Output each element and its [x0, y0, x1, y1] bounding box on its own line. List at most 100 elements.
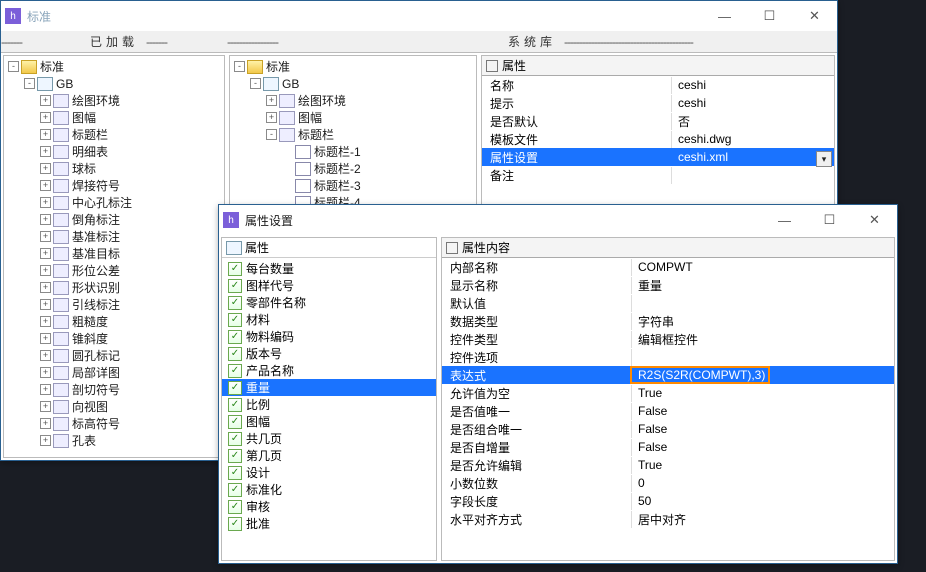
tree-item[interactable]: -GB	[234, 75, 472, 92]
expand-toggle[interactable]: +	[40, 112, 51, 123]
attr-item[interactable]: ✓审核	[222, 498, 436, 515]
property-row[interactable]: 名称ceshi	[482, 76, 834, 94]
prop-value[interactable]: 居中对齐	[632, 511, 894, 528]
maximize-button[interactable]: ☐	[807, 205, 852, 235]
collapse-icon[interactable]	[486, 60, 498, 72]
property-row[interactable]: 水平对齐方式居中对齐	[442, 510, 894, 528]
property-row[interactable]: 表达式R2S(S2R(COMPWT),3)	[442, 366, 894, 384]
property-row[interactable]: 提示ceshi	[482, 94, 834, 112]
expand-toggle[interactable]: -	[8, 61, 19, 72]
prop-value[interactable]: R2S(S2R(COMPWT),3)	[632, 368, 894, 382]
tree-item[interactable]: +绘图环境	[234, 92, 472, 109]
property-row[interactable]: 控件类型编辑框控件	[442, 330, 894, 348]
property-row[interactable]: 是否组合唯一False	[442, 420, 894, 438]
property-row[interactable]: 是否值唯一False	[442, 402, 894, 420]
property-row[interactable]: 默认值	[442, 294, 894, 312]
attr-item[interactable]: ✓图样代号	[222, 277, 436, 294]
attr-item[interactable]: ✓标准化	[222, 481, 436, 498]
property-row[interactable]: 是否允许编辑True	[442, 456, 894, 474]
expand-toggle[interactable]: +	[40, 180, 51, 191]
tree-item[interactable]: +粗糙度	[8, 313, 220, 330]
property-row[interactable]: 小数位数0	[442, 474, 894, 492]
tree-item[interactable]: -标准	[234, 58, 472, 75]
property-row[interactable]: 属性设置ceshi.xml▾	[482, 148, 834, 166]
property-row[interactable]: 是否自增量False	[442, 438, 894, 456]
tree-item[interactable]: -标题栏	[234, 126, 472, 143]
tree-item[interactable]: +形状识别	[8, 279, 220, 296]
tree-item[interactable]: +向视图	[8, 398, 220, 415]
expand-toggle[interactable]: +	[40, 265, 51, 276]
property-row[interactable]: 控件选项	[442, 348, 894, 366]
prop-value[interactable]: 50	[632, 494, 894, 508]
prop-value[interactable]: True	[632, 386, 894, 400]
prop-value[interactable]: True	[632, 458, 894, 472]
expand-toggle[interactable]: -	[24, 78, 35, 89]
property-row[interactable]: 字段长度50	[442, 492, 894, 510]
tree-item[interactable]: +基准标注	[8, 228, 220, 245]
tree-item[interactable]: +剖切符号	[8, 381, 220, 398]
attr-item[interactable]: ✓比例	[222, 396, 436, 413]
expand-toggle[interactable]: +	[40, 146, 51, 157]
expand-toggle[interactable]: +	[40, 367, 51, 378]
attr-item[interactable]: ✓材料	[222, 311, 436, 328]
expand-toggle[interactable]: +	[40, 95, 51, 106]
expand-toggle[interactable]: +	[266, 112, 277, 123]
attr-item[interactable]: ✓第几页	[222, 447, 436, 464]
prop-value[interactable]: 编辑框控件	[632, 331, 894, 348]
tree-item[interactable]: +绘图环境	[8, 92, 220, 109]
tree-item[interactable]: +球标	[8, 160, 220, 177]
property-row[interactable]: 模板文件ceshi.dwg	[482, 130, 834, 148]
expand-toggle[interactable]: +	[40, 401, 51, 412]
attr-item[interactable]: ✓产品名称	[222, 362, 436, 379]
expand-toggle[interactable]: +	[40, 231, 51, 242]
expand-toggle[interactable]: +	[40, 197, 51, 208]
tree-item[interactable]: +标高符号	[8, 415, 220, 432]
expand-toggle[interactable]: +	[40, 282, 51, 293]
property-row[interactable]: 允许值为空True	[442, 384, 894, 402]
attr-item[interactable]: ✓批准	[222, 515, 436, 532]
prop-value[interactable]: ceshi	[672, 78, 834, 92]
prop-value[interactable]: ceshi.xml▾	[672, 150, 834, 164]
tree-item[interactable]: 标题栏-1	[234, 143, 472, 160]
property-row[interactable]: 是否默认否	[482, 112, 834, 130]
expand-toggle[interactable]: +	[40, 316, 51, 327]
tree-item[interactable]: +焊接符号	[8, 177, 220, 194]
expand-toggle[interactable]: +	[40, 214, 51, 225]
tree-item[interactable]: 标题栏-3	[234, 177, 472, 194]
collapse-icon[interactable]	[446, 242, 458, 254]
tree-item[interactable]: +基准目标	[8, 245, 220, 262]
tree-item[interactable]: -标准	[8, 58, 220, 75]
minimize-button[interactable]: —	[702, 1, 747, 31]
prop-value[interactable]: False	[632, 440, 894, 454]
prop-value[interactable]: False	[632, 422, 894, 436]
expand-toggle[interactable]: +	[40, 435, 51, 446]
tree-item[interactable]: +图幅	[234, 109, 472, 126]
tree-item[interactable]: +引线标注	[8, 296, 220, 313]
tree-item[interactable]: +倒角标注	[8, 211, 220, 228]
prop-value[interactable]: COMPWT	[632, 260, 894, 274]
expand-toggle[interactable]: -	[266, 129, 277, 140]
prop-value[interactable]: 否	[672, 113, 834, 130]
tree-item[interactable]: +图幅	[8, 109, 220, 126]
tree-item[interactable]: 标题栏-2	[234, 160, 472, 177]
expand-toggle[interactable]: -	[234, 61, 245, 72]
attr-item[interactable]: ✓图幅	[222, 413, 436, 430]
close-button[interactable]: ✕	[792, 1, 837, 31]
tree-item[interactable]: +形位公差	[8, 262, 220, 279]
prop-value[interactable]: ceshi.dwg	[672, 132, 834, 146]
property-row[interactable]: 显示名称重量	[442, 276, 894, 294]
expand-toggle[interactable]: +	[40, 418, 51, 429]
tree-item[interactable]: +圆孔标记	[8, 347, 220, 364]
prop-value[interactable]: 0	[632, 476, 894, 490]
maximize-button[interactable]: ☐	[747, 1, 792, 31]
expand-toggle[interactable]: +	[40, 129, 51, 140]
attr-list-pane[interactable]: 属性 ✓每台数量✓图样代号✓零部件名称✓材料✓物料编码✓版本号✓产品名称✓重量✓…	[221, 237, 437, 561]
expand-toggle[interactable]: +	[40, 384, 51, 395]
tree-item[interactable]: +孔表	[8, 432, 220, 449]
attr-item[interactable]: ✓共几页	[222, 430, 436, 447]
property-row[interactable]: 数据类型字符串	[442, 312, 894, 330]
expand-toggle[interactable]: +	[40, 299, 51, 310]
tree-item[interactable]: +明细表	[8, 143, 220, 160]
tree-item[interactable]: +局部详图	[8, 364, 220, 381]
dropdown-icon[interactable]: ▾	[816, 151, 832, 167]
